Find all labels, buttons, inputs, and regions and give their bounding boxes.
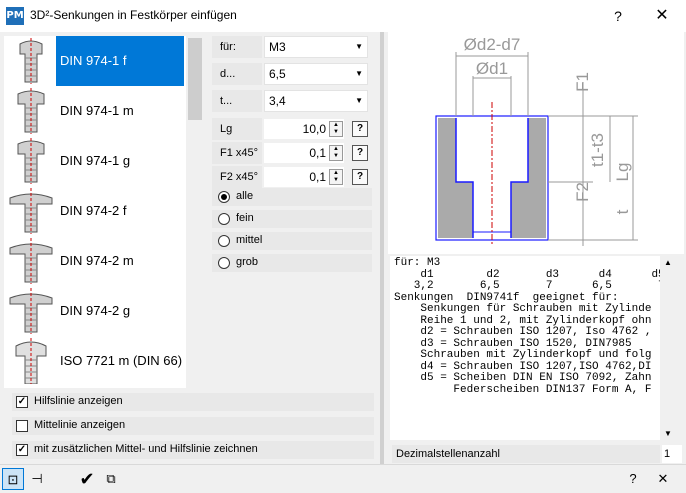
- thread-size-label: für:: [212, 36, 262, 58]
- screw-thumbnail-icon: [9, 238, 53, 284]
- screw-thumbnail-icon: [9, 288, 53, 334]
- help-button[interactable]: ?: [606, 5, 630, 27]
- dialog-body: DIN 974-1 f DIN 974-1 m DIN 974-1 g DIN …: [0, 32, 686, 464]
- list-item-label: DIN 974-2 g: [60, 303, 131, 318]
- f1-stepper[interactable]: ▲ ▼: [329, 145, 343, 161]
- thread-size-select[interactable]: M3 ▼: [264, 36, 368, 58]
- list-item-label: DIN 974-1 g: [60, 153, 131, 168]
- checkbox-extra-lines[interactable]: ✓ mit zusätzlichen Mittel- und Hilfslini…: [12, 441, 374, 459]
- info-scrollbar[interactable]: ▲ ▼: [660, 256, 678, 440]
- countersink-type-list[interactable]: DIN 974-1 f DIN 974-1 m DIN 974-1 g DIN …: [4, 36, 204, 388]
- depth-label: t...: [212, 90, 262, 112]
- list-scrollbar[interactable]: [186, 36, 204, 388]
- list-item[interactable]: DIN 974-1 f: [4, 36, 184, 86]
- title-bar: PM 3D²-Senkungen in Festkörper einfügen …: [0, 0, 686, 32]
- lg-input[interactable]: 10,0 ▲ ▼: [264, 119, 344, 139]
- lg-label: Lg: [212, 118, 262, 140]
- checkbox[interactable]: [16, 420, 28, 432]
- list-item[interactable]: DIN 974-2 f: [4, 186, 184, 236]
- f2-label: F2 x45°: [212, 166, 262, 188]
- f2-help-button[interactable]: ?: [352, 169, 368, 185]
- radio-grob[interactable]: grob: [212, 254, 372, 272]
- screw-thumbnail-icon: [9, 188, 53, 234]
- list-item[interactable]: DIN 974-2 g: [4, 286, 184, 336]
- checkbox-center-line[interactable]: Mittelinie anzeigen: [12, 417, 374, 435]
- radio-fein[interactable]: fein: [212, 210, 372, 228]
- dim-f2-label: F2: [573, 182, 592, 202]
- checkbox[interactable]: ✓: [16, 444, 28, 456]
- f1-help-button[interactable]: ?: [352, 145, 368, 161]
- help-button-bottom[interactable]: ?: [622, 468, 644, 490]
- lg-row: Lg 10,0 ▲ ▼ ?: [212, 118, 372, 140]
- scroll-down-icon[interactable]: ▼: [664, 429, 672, 438]
- diameter-row: d... 6,5 ▼: [212, 63, 372, 85]
- dim-inner-label: Ød1: [476, 59, 508, 78]
- scroll-up-icon[interactable]: ▲: [664, 258, 672, 267]
- list-item[interactable]: DIN 974-1 m: [4, 86, 184, 136]
- f2-input[interactable]: 0,1 ▲ ▼: [264, 167, 344, 187]
- decimals-label: Dezimalstellenanzahl: [396, 448, 500, 460]
- diameter-select[interactable]: 6,5 ▼: [264, 63, 368, 85]
- screw-thumbnail-icon: [15, 338, 47, 384]
- pin-button[interactable]: ⊣: [26, 468, 48, 490]
- close-button-bottom[interactable]: ✕: [652, 468, 674, 490]
- f1-label: F1 x45°: [212, 142, 262, 164]
- screw-thumbnail-icon: [17, 138, 45, 184]
- lg-stepper[interactable]: ▲ ▼: [329, 121, 343, 137]
- radio-button[interactable]: [218, 257, 230, 269]
- close-button[interactable]: ✕: [650, 5, 674, 27]
- list-item[interactable]: DIN 974-2 m: [4, 236, 184, 286]
- depth-row: t... 3,4 ▼: [212, 90, 372, 112]
- ok-button[interactable]: ✔: [76, 468, 98, 490]
- radio-button[interactable]: [218, 191, 230, 203]
- expand-panel-button[interactable]: ⊡: [2, 468, 24, 490]
- copy-button[interactable]: ⧉: [100, 468, 122, 490]
- radio-button[interactable]: [218, 213, 230, 225]
- decimals-row: Dezimalstellenanzahl: [392, 445, 660, 463]
- decimals-stepper[interactable]: 1: [662, 445, 682, 463]
- dim-top-label: Ød2-d7: [464, 35, 521, 54]
- list-item-label: DIN 974-1 m: [60, 103, 134, 118]
- chevron-down-icon: ▼: [355, 96, 363, 105]
- f1-row: F1 x45° 0,1 ▲ ▼ ?: [212, 142, 372, 164]
- screw-thumbnail-icon: [19, 38, 43, 84]
- checkbox[interactable]: ✓: [16, 396, 28, 408]
- bottom-toolbar: ⊡ ⊣ ✔ ⧉ ? ✕: [0, 464, 686, 493]
- screw-thumbnail-icon: [17, 88, 45, 134]
- list-scrollbar-thumb[interactable]: [188, 38, 202, 120]
- info-text-area[interactable]: für: M3 d1 d2 d3 d4 d5 3,2 6,5 7 6,5 7 Se…: [390, 256, 660, 440]
- panel-splitter[interactable]: [380, 32, 384, 464]
- f2-row: F2 x45° 0,1 ▲ ▼ ?: [212, 166, 372, 188]
- list-item[interactable]: DIN 974-1 g: [4, 136, 184, 186]
- radio-mittel[interactable]: mittel: [212, 232, 372, 250]
- diameter-label: d...: [212, 63, 262, 85]
- list-item-label: DIN 974-2 m: [60, 253, 134, 268]
- lg-help-button[interactable]: ?: [352, 121, 368, 137]
- list-item-label: ISO 7721 m (DIN 66): [60, 353, 183, 368]
- chevron-down-icon: ▼: [355, 69, 363, 78]
- dim-f1-label: F1: [573, 72, 592, 92]
- app-logo-icon: PM: [6, 7, 24, 25]
- depth-select[interactable]: 3,4 ▼: [264, 90, 368, 112]
- radio-alle[interactable]: alle: [212, 188, 372, 206]
- radio-button[interactable]: [218, 235, 230, 247]
- window-title: 3D²-Senkungen in Festkörper einfügen: [30, 8, 237, 22]
- f1-input[interactable]: 0,1 ▲ ▼: [264, 143, 344, 163]
- countersink-drawing: Ød2-d7 Ød1 F1 t1-t3 F2 t Lg: [388, 32, 684, 254]
- list-item[interactable]: ISO 7721 m (DIN 66): [4, 336, 184, 386]
- dim-t1t3-label: t1-t3: [588, 133, 607, 167]
- dim-t-label: t: [613, 209, 632, 214]
- checkbox-help-line[interactable]: ✓ Hilfslinie anzeigen: [12, 393, 374, 411]
- chevron-down-icon: ▼: [355, 42, 363, 51]
- f2-stepper[interactable]: ▲ ▼: [329, 169, 343, 185]
- list-item-label: DIN 974-2 f: [60, 203, 127, 218]
- dim-lg-label: Lg: [613, 163, 632, 182]
- thread-size-row: für: M3 ▼: [212, 36, 372, 58]
- list-item-label: DIN 974-1 f: [56, 36, 184, 86]
